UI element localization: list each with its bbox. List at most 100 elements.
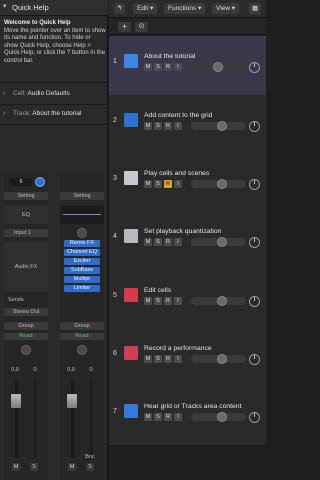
pan-knob[interactable]: [77, 345, 87, 355]
pan-knob[interactable]: [249, 121, 260, 132]
input-monitor-button[interactable]: I: [174, 355, 182, 363]
solo-button[interactable]: S: [154, 63, 162, 71]
setting-button[interactable]: Setting: [4, 192, 48, 200]
volume-slider[interactable]: [191, 296, 246, 306]
input-monitor-button[interactable]: I: [174, 180, 182, 188]
volume-fader[interactable]: [67, 394, 77, 408]
value-box[interactable]: 6: [10, 178, 32, 186]
pan-knob[interactable]: [249, 296, 260, 307]
group-slot[interactable]: Group: [4, 322, 48, 330]
volume-fader-track[interactable]: [15, 380, 18, 458]
record-enable-button[interactable]: R: [164, 180, 172, 188]
mute-button[interactable]: M: [144, 238, 152, 246]
setting-button[interactable]: Setting: [60, 192, 104, 200]
add-track-button[interactable]: +: [118, 22, 131, 32]
mute-button[interactable]: M: [144, 297, 152, 305]
pan-knob[interactable]: [249, 179, 260, 190]
solo-button[interactable]: S: [154, 355, 162, 363]
mute-button[interactable]: M: [144, 63, 152, 71]
solo-button[interactable]: S: [154, 122, 162, 130]
track-name[interactable]: Edit cells: [144, 287, 171, 294]
track-row[interactable]: 1 About the tutorial M S R I: [109, 36, 266, 96]
eq-thumbnail[interactable]: [60, 206, 104, 224]
volume-slider[interactable]: [191, 412, 246, 422]
plugin-slot[interactable]: Remix FX: [64, 240, 100, 247]
plugin-slot[interactable]: Limiter: [64, 285, 100, 292]
volume-slider-thumb[interactable]: [217, 354, 227, 364]
plugin-slot[interactable]: SubBass: [64, 267, 100, 274]
volume-fader-track[interactable]: [71, 380, 74, 458]
track-name[interactable]: Hear grid or Tracks area content: [144, 403, 241, 410]
volume-slider[interactable]: [191, 62, 246, 72]
pan-knob[interactable]: [21, 345, 31, 355]
record-enable-button[interactable]: R: [164, 297, 172, 305]
input-monitor-button[interactable]: I: [174, 413, 182, 421]
record-enable-button[interactable]: R: [164, 355, 172, 363]
track-name[interactable]: Record a performance: [144, 345, 212, 352]
volume-slider-thumb[interactable]: [217, 296, 227, 306]
chevron-right-icon[interactable]: ›: [3, 90, 5, 97]
input-monitor-button[interactable]: I: [174, 63, 182, 71]
volume-slider[interactable]: [191, 179, 246, 189]
plugin-slot[interactable]: Channel EQ: [64, 249, 100, 256]
link-icon[interactable]: ⊙: [135, 22, 148, 32]
pan-knob[interactable]: [249, 62, 260, 73]
solo-button[interactable]: S: [154, 297, 162, 305]
quick-help-header[interactable]: ▾ Quick Help: [0, 0, 108, 16]
edit-menu[interactable]: Edit ▾: [133, 3, 158, 14]
output-slot[interactable]: Stereo Out: [4, 308, 48, 316]
track-row[interactable]: 3 Play cells and scenes M S R I: [109, 153, 266, 213]
plugin-slot[interactable]: Exciter: [64, 258, 100, 265]
pan-knob[interactable]: [249, 237, 260, 248]
group-slot[interactable]: Group: [60, 322, 104, 330]
functions-menu[interactable]: Functions ▾: [164, 3, 206, 14]
volume-slider-thumb[interactable]: [217, 179, 227, 189]
solo-button[interactable]: S: [154, 238, 162, 246]
audio-fx-slot[interactable]: Audio FX: [4, 242, 48, 292]
mute-button[interactable]: M: [144, 355, 152, 363]
volume-slider[interactable]: [191, 354, 246, 364]
volume-slider[interactable]: [191, 237, 246, 247]
record-enable-button[interactable]: R: [164, 238, 172, 246]
record-enable-button[interactable]: R: [164, 63, 172, 71]
solo-button[interactable]: S: [154, 180, 162, 188]
pan-knob[interactable]: [249, 412, 260, 423]
input-monitor-button[interactable]: I: [174, 238, 182, 246]
mute-button[interactable]: M: [144, 180, 152, 188]
volume-slider[interactable]: [191, 121, 246, 131]
bounce-label[interactable]: Bnc: [82, 453, 98, 461]
mute-button[interactable]: M: [12, 463, 20, 471]
volume-slider-thumb[interactable]: [213, 62, 223, 72]
plugin-slot[interactable]: Multipr: [64, 276, 100, 283]
track-row[interactable]: 6 Record a performance M S R I: [109, 328, 266, 388]
input-gain-knob[interactable]: [35, 177, 45, 187]
chevron-down-icon[interactable]: ▾: [3, 3, 11, 11]
mute-button[interactable]: M: [144, 413, 152, 421]
automation-mode[interactable]: Read: [60, 333, 104, 340]
track-row[interactable]: 5 Edit cells M S R I: [109, 270, 266, 330]
solo-button[interactable]: S: [154, 413, 162, 421]
solo-button[interactable]: S: [86, 463, 94, 471]
solo-button[interactable]: S: [30, 463, 38, 471]
track-row[interactable]: 4 Set playback quantization M S R I: [109, 211, 266, 271]
volume-slider-thumb[interactable]: [217, 412, 227, 422]
track-name[interactable]: Set playback quantization: [144, 228, 221, 235]
input-monitor-button[interactable]: I: [174, 297, 182, 305]
pan-knob[interactable]: [249, 354, 260, 365]
volume-fader[interactable]: [11, 394, 21, 408]
track-row[interactable]: 2 Add content to the grid M S R I: [109, 95, 266, 155]
track-row[interactable]: 7 Hear grid or Tracks area content M S R…: [109, 386, 266, 446]
input-monitor-button[interactable]: I: [174, 122, 182, 130]
volume-slider-thumb[interactable]: [217, 121, 227, 131]
back-arrow-icon[interactable]: ↰: [114, 3, 126, 14]
automation-mode[interactable]: Read: [4, 333, 48, 340]
cell-inspector-row[interactable]: › Cell: Audio Defaults: [0, 86, 108, 102]
record-enable-button[interactable]: R: [164, 413, 172, 421]
gain-knob[interactable]: [77, 228, 87, 238]
track-name[interactable]: Add content to the grid: [144, 112, 212, 119]
mute-button[interactable]: M: [144, 122, 152, 130]
chevron-right-icon[interactable]: ›: [3, 110, 5, 117]
track-inspector-row[interactable]: › Track: About the tutorial: [0, 106, 108, 122]
record-enable-button[interactable]: R: [164, 122, 172, 130]
track-name[interactable]: About the tutorial: [144, 53, 195, 60]
